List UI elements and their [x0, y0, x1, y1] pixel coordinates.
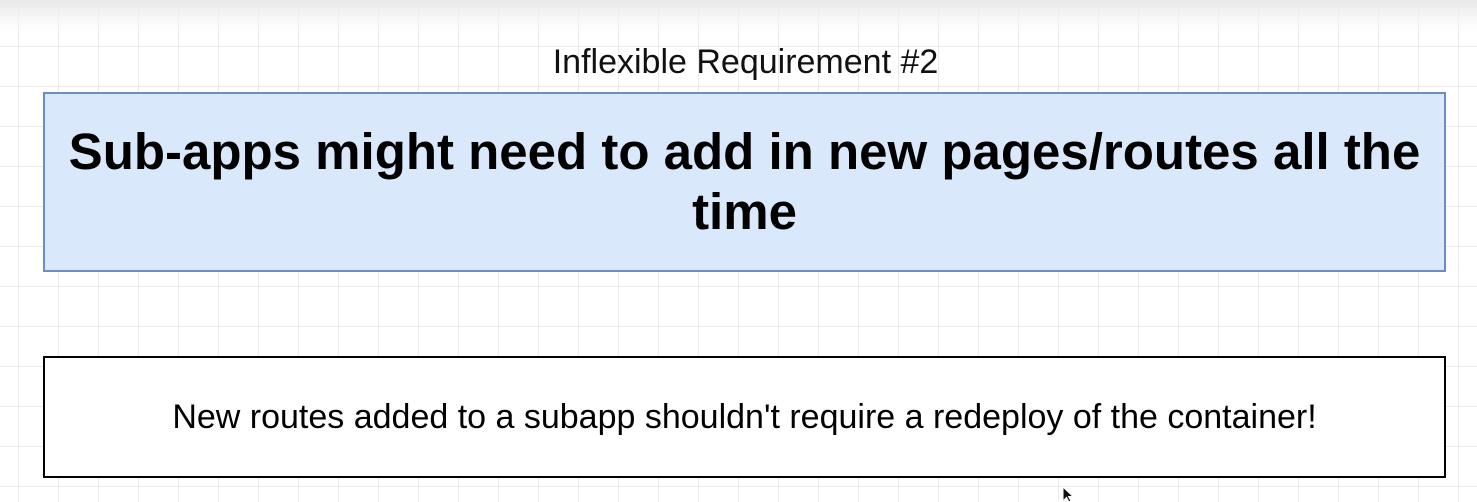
requirement-statement: Sub-apps might need to add in new pages/… — [68, 123, 1421, 240]
mouse-pointer-icon — [1062, 487, 1075, 502]
requirement-box[interactable]: Sub-apps might need to add in new pages/… — [43, 92, 1446, 272]
note-text: New routes added to a subapp shouldn't r… — [172, 397, 1317, 436]
note-box[interactable]: New routes added to a subapp shouldn't r… — [43, 356, 1446, 478]
canvas-top-edge — [0, 0, 1477, 34]
diagram-subtitle: Inflexible Requirement #2 — [552, 43, 939, 81]
